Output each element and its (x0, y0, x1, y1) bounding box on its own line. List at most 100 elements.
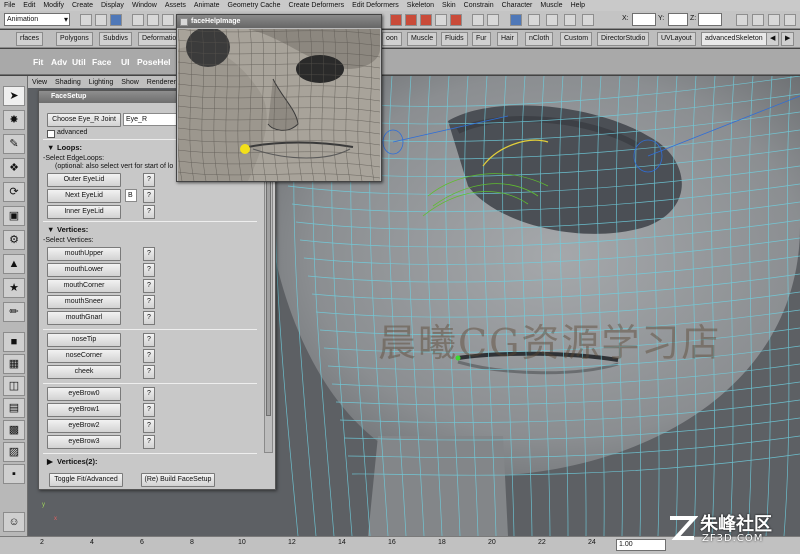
tab-subdivs[interactable]: Subdivs (99, 32, 132, 46)
new-scene-icon[interactable] (80, 14, 92, 26)
layout-two-icon[interactable]: ◫ (3, 376, 25, 396)
menu-edit-deformers[interactable]: Edit Deformers (348, 0, 403, 11)
scale-tool-icon[interactable]: ▣ (3, 206, 25, 226)
tab-polygons[interactable]: Polygons (56, 32, 93, 46)
menu-help[interactable]: Help (567, 0, 589, 11)
select-tool-icon[interactable]: ➤ (3, 86, 25, 106)
tab-custom[interactable]: Custom (560, 32, 593, 46)
viewport-menu-renderer[interactable]: Renderer (143, 79, 180, 86)
face-help-image-title[interactable]: faceHelpImage (177, 15, 381, 28)
loops-header[interactable]: Loops: (57, 143, 82, 152)
menu-edit[interactable]: Edit (19, 0, 39, 11)
toggle-fit-advanced-button[interactable]: Toggle Fit/Advanced (49, 473, 123, 487)
snap-point-icon[interactable] (420, 14, 432, 26)
window-menu-icon[interactable] (180, 18, 188, 26)
tab-uvlayout[interactable]: UVLayout (657, 32, 696, 46)
mouth-upper-button[interactable]: mouthUpper (47, 247, 121, 261)
next-section-header[interactable]: Vertices(2): (57, 457, 97, 466)
viewport-menu-view[interactable]: View (28, 79, 51, 86)
menu-animate[interactable]: Animate (190, 0, 224, 11)
manipulator-tool-icon[interactable]: ▲ (3, 254, 25, 274)
input-output-icon[interactable] (487, 14, 499, 26)
tab-ncloth[interactable]: nCloth (525, 32, 554, 46)
viewport-menu-shading[interactable]: Shading (51, 79, 85, 86)
select-object-icon[interactable] (147, 14, 159, 26)
inner-eyelid-button[interactable]: Inner EyeLid (47, 205, 121, 219)
z-field[interactable] (698, 13, 722, 26)
menu-assets[interactable]: Assets (161, 0, 190, 11)
outer-eyelid-button[interactable]: Outer EyeLid (47, 173, 121, 187)
shelf-tool-posehelper[interactable]: PoseHel (137, 52, 171, 72)
eyebrow2-button[interactable]: eyeBrow2 (47, 419, 121, 433)
mouth-corner-button[interactable]: mouthCorner (47, 279, 121, 293)
choose-eye-joint-button[interactable]: Choose Eye_R Joint (47, 113, 121, 127)
cheek-button[interactable]: cheek (47, 365, 121, 379)
menu-skeleton[interactable]: Skeleton (403, 0, 438, 11)
menu-window[interactable]: Window (128, 0, 161, 11)
select-hierarchy-icon[interactable] (132, 14, 144, 26)
menu-set-dropdown[interactable]: Animation (4, 13, 70, 26)
vertices-header[interactable]: Vertices: (57, 225, 88, 234)
layer-editor-icon[interactable] (784, 14, 796, 26)
shelf-tool-util[interactable]: Util (72, 52, 86, 72)
shelf-scroll-left-icon[interactable]: ◀ (766, 32, 779, 46)
viewport-menu-show[interactable]: Show (117, 79, 143, 86)
nose-tip-help-button[interactable]: ? (143, 333, 155, 347)
render-settings-icon[interactable] (546, 14, 558, 26)
eyebrow0-help-button[interactable]: ? (143, 387, 155, 401)
layout-single-icon[interactable]: ■ (3, 332, 25, 352)
shelf-tool-face[interactable]: Face (92, 52, 111, 72)
menu-modify[interactable]: Modify (39, 0, 68, 11)
shelf-tool-adv[interactable]: Adv (51, 52, 67, 72)
ipr-render-icon[interactable] (528, 14, 540, 26)
last-tool-icon[interactable]: ★ (3, 278, 25, 298)
joint-tool-icon[interactable]: ⚙ (3, 230, 25, 250)
x-field[interactable] (632, 13, 656, 26)
layout-graph-icon[interactable]: ▤ (3, 398, 25, 418)
tab-directorstudio[interactable]: DirectorStudio (597, 32, 650, 46)
eye-joint-field[interactable]: Eye_R (123, 113, 183, 126)
menu-create-deformers[interactable]: Create Deformers (284, 0, 348, 11)
vertices-collapse-icon[interactable]: ▼ (47, 225, 54, 234)
advanced-checkbox[interactable] (47, 130, 55, 138)
next-eyelid-help-button[interactable]: ? (143, 189, 155, 203)
y-field[interactable] (668, 13, 688, 26)
lasso-tool-icon[interactable]: ✸ (3, 110, 25, 130)
menu-file[interactable]: File (0, 0, 19, 11)
inner-eyelid-help-button[interactable]: ? (143, 205, 155, 219)
layout-outliner-icon[interactable]: ▩ (3, 420, 25, 440)
next-section-collapse-icon[interactable]: ▶ (47, 457, 53, 466)
menu-skin[interactable]: Skin (438, 0, 460, 11)
menu-character[interactable]: Character (498, 0, 537, 11)
select-component-icon[interactable] (162, 14, 174, 26)
render-frame-icon[interactable] (510, 14, 522, 26)
save-scene-icon[interactable] (110, 14, 122, 26)
hypershade-icon[interactable] (564, 14, 576, 26)
snap-curve-icon[interactable] (405, 14, 417, 26)
nose-tip-button[interactable]: noseTip (47, 333, 121, 347)
tab-advancedskeleton[interactable]: advancedSkeleton (701, 32, 767, 46)
nose-corner-button[interactable]: noseCorner (47, 349, 121, 363)
nose-corner-help-button[interactable]: ? (143, 349, 155, 363)
character-icon[interactable]: ☺ (3, 512, 25, 532)
next-eyelid-field[interactable]: B (125, 189, 137, 202)
tab-muscle[interactable]: Muscle (407, 32, 438, 46)
menu-muscle[interactable]: Muscle (536, 0, 566, 11)
move-tool-icon[interactable]: ❖ (3, 158, 25, 178)
mouth-sneer-button[interactable]: mouthSneer (47, 295, 121, 309)
shelf-tool-ui[interactable]: UI (121, 52, 130, 72)
paint-select-tool-icon[interactable]: ✎ (3, 134, 25, 154)
mouth-lower-button[interactable]: mouthLower (47, 263, 121, 277)
rotate-tool-icon[interactable]: ⟳ (3, 182, 25, 202)
tab-toon[interactable]: oon (382, 32, 402, 46)
tab-hair[interactable]: Hair (497, 32, 518, 46)
shelf-scroll-right-icon[interactable]: ▶ (781, 32, 794, 46)
menu-display[interactable]: Display (97, 0, 128, 11)
construction-history-icon[interactable] (472, 14, 484, 26)
menu-create[interactable]: Create (68, 0, 97, 11)
tab-fluids[interactable]: Fluids (441, 32, 468, 46)
eyebrow3-help-button[interactable]: ? (143, 435, 155, 449)
magnet-icon[interactable] (450, 14, 462, 26)
eyebrow1-button[interactable]: eyeBrow1 (47, 403, 121, 417)
attribute-editor-icon[interactable] (752, 14, 764, 26)
